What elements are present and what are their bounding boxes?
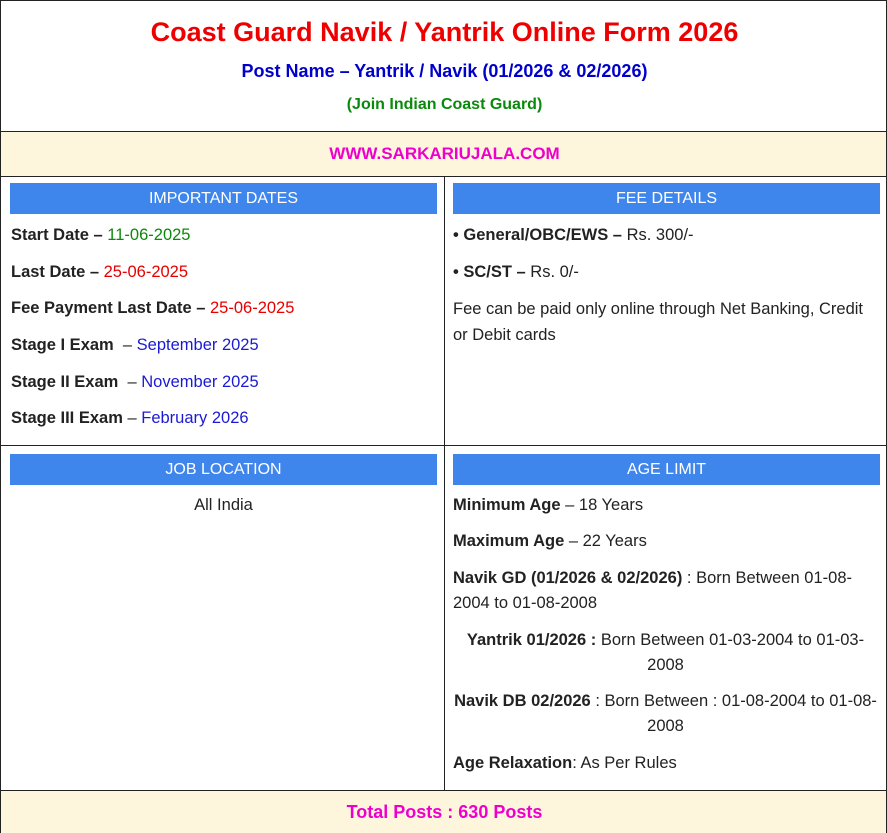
stage-2-exam-value: November 2025: [141, 373, 259, 391]
last-date-label: Last Date –: [11, 263, 104, 281]
yantrik-value: Born Between 01-03-2004 to 01-03-2008: [596, 631, 865, 674]
important-dates-heading: IMPORTANT DATES: [10, 183, 437, 214]
navik-db-value: : Born Between : 01-08-2004 to 01-08-200…: [590, 692, 877, 735]
fee-payment-date-row: Fee Payment Last Date – 25-06-2025: [11, 296, 294, 321]
age-relaxation-value: : As Per Rules: [572, 754, 677, 772]
max-age-row: Maximum Age – 22 Years: [453, 529, 647, 554]
last-date-row: Last Date – 25-06-2025: [11, 260, 188, 285]
fee-scst-row: • SC/ST – Rs. 0/-: [453, 260, 579, 285]
stage-1-exam-value: September 2025: [136, 336, 259, 354]
fee-general-label: • General/OBC/EWS –: [453, 226, 627, 244]
last-date-value: 25-06-2025: [103, 263, 189, 281]
page-title: Coast Guard Navik / Yantrik Online Form …: [150, 17, 739, 47]
max-age-value: – 22 Years: [564, 532, 647, 550]
age-limit-heading: AGE LIMIT: [453, 454, 880, 485]
min-age-value: – 18 Years: [560, 496, 644, 514]
navik-gd-label: Navik GD (01/2026 & 02/2026): [453, 569, 683, 587]
stage-1-exam-row: Stage I Exam – September 2025: [11, 333, 259, 358]
stage-1-exam-sep: –: [113, 336, 137, 354]
fee-details-section: FEE DETAILS • General/OBC/EWS – Rs. 300/…: [445, 176, 887, 445]
age-limit-section: AGE LIMIT Minimum Age – 18 Years Maximum…: [445, 445, 887, 790]
start-date-value: 11-06-2025: [107, 226, 191, 244]
age-relaxation-row: Age Relaxation: As Per Rules: [453, 751, 677, 776]
job-location-section: JOB LOCATION All India: [0, 445, 445, 790]
yantrik-row: Yantrik 01/2026 : Born Between 01-03-200…: [453, 628, 878, 678]
fee-payment-note: Fee can be paid only online through Net …: [453, 300, 864, 344]
job-location-heading: JOB LOCATION: [10, 454, 437, 485]
navik-db-row: Navik DB 02/2026 : Born Between : 01-08-…: [453, 689, 878, 739]
page-frame: Coast Guard Navik / Yantrik Online Form …: [0, 0, 887, 833]
stage-3-exam-sep: –: [122, 409, 142, 427]
title-block: Coast Guard Navik / Yantrik Online Form …: [0, 0, 887, 131]
total-posts: Total Posts : 630 Posts: [346, 802, 543, 822]
navik-db-label: Navik DB 02/2026: [454, 692, 591, 710]
website-band: WWW.SARKARIUJALA.COM: [0, 131, 887, 176]
fee-general-value: Rs. 300/-: [626, 226, 694, 244]
fee-details-heading: FEE DETAILS: [453, 183, 880, 214]
stage-2-exam-sep: –: [118, 373, 142, 391]
start-date-label: Start Date –: [11, 226, 108, 244]
stage-1-exam-label: Stage I Exam: [11, 336, 114, 354]
max-age-label: Maximum Age: [453, 532, 565, 550]
total-posts-band: Total Posts : 630 Posts: [0, 790, 887, 833]
stage-2-exam-label: Stage II Exam: [11, 373, 119, 391]
fee-general-row: • General/OBC/EWS – Rs. 300/-: [453, 223, 694, 248]
yantrik-label: Yantrik 01/2026 :: [466, 631, 597, 649]
age-relaxation-label: Age Relaxation: [453, 754, 573, 772]
min-age-row: Minimum Age – 18 Years: [453, 493, 643, 518]
important-dates-section: IMPORTANT DATES Start Date – 11-06-2025 …: [0, 176, 445, 445]
job-location-value: All India: [194, 496, 253, 514]
navik-gd-row: Navik GD (01/2026 & 02/2026) : Born Betw…: [453, 566, 878, 616]
post-name: Post Name – Yantrik / Navik (01/2026 & 0…: [241, 61, 648, 81]
stage-3-exam-value: February 2026: [141, 409, 249, 427]
fee-scst-label: • SC/ST –: [453, 263, 531, 281]
stage-3-exam-row: Stage III Exam – February 2026: [11, 406, 249, 431]
fee-payment-date-label: Fee Payment Last Date –: [11, 299, 210, 317]
website-link[interactable]: WWW.SARKARIUJALA.COM: [1, 144, 887, 164]
stage-3-exam-label: Stage III Exam: [11, 409, 123, 427]
min-age-label: Minimum Age: [453, 496, 561, 514]
fee-scst-value: Rs. 0/-: [530, 263, 579, 281]
start-date-row: Start Date – 11-06-2025: [11, 223, 190, 248]
stage-2-exam-row: Stage II Exam – November 2025: [11, 370, 259, 395]
fee-payment-date-value: 25-06-2025: [210, 299, 295, 317]
join-tagline: (Join Indian Coast Guard): [346, 96, 543, 113]
